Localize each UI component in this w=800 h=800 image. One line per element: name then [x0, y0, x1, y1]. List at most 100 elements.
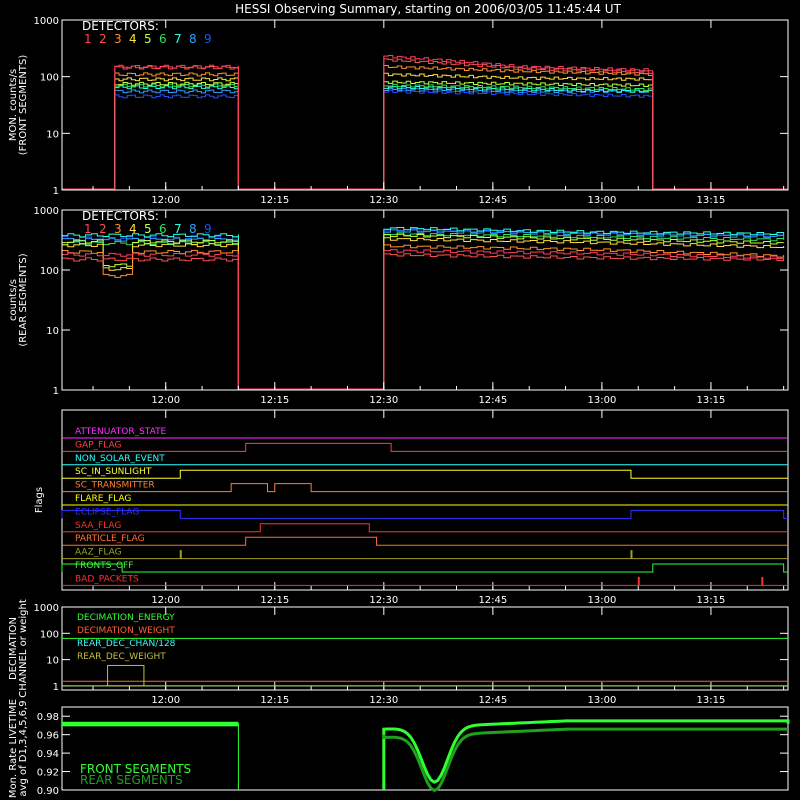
legend-detector-8: 8	[189, 32, 197, 46]
x-tick-label: 12:30	[369, 195, 398, 206]
y-axis-label-2: (FRONT SEGMENTS)	[18, 55, 29, 156]
flag-line-particle_flag	[62, 536, 788, 546]
legend-detector-3: 3	[114, 32, 122, 46]
y-tick-label: 0.92	[37, 768, 59, 779]
legend-detector-6: 6	[159, 222, 167, 236]
decimation-legend-3: REAR_DEC_WEIGHT	[77, 652, 166, 662]
detector-2-line	[61, 253, 785, 390]
legend-detector-1: 1	[84, 222, 92, 236]
y-tick-label: 0.90	[37, 786, 59, 797]
flag-label-eclipse_flag: ECLIPSE_FLAG	[75, 507, 139, 517]
flag-label-sc_in_sunlight: SC_IN_SUNLIGHT	[75, 467, 152, 477]
x-tick-label: 12:15	[260, 595, 289, 606]
y-tick-label: 10	[46, 129, 59, 140]
flag-line-bad_packets	[62, 576, 788, 586]
x-tick-label: 12:45	[478, 395, 507, 406]
flag-label-flare_flag: FLARE_FLAG	[75, 494, 131, 504]
flag-line-saa_flag	[62, 523, 788, 533]
x-tick-label: 12:00	[151, 195, 180, 206]
y-tick-label: 10	[46, 326, 59, 337]
x-tick-label: 13:00	[587, 595, 616, 606]
x-tick-label: 12:00	[151, 695, 180, 706]
x-tick-label: 12:00	[151, 595, 180, 606]
y-tick-label: 100	[40, 73, 59, 84]
x-tick-label: 13:00	[587, 395, 616, 406]
x-tick-label: 12:45	[478, 595, 507, 606]
y-tick-label: 0.98	[37, 712, 59, 723]
flag-label-saa_flag: SAA_FLAG	[75, 521, 121, 531]
flag-label-non_solar_event: NON_SOLAR_EVENT	[75, 454, 165, 464]
detector-6-line	[62, 83, 788, 190]
y-tick-label: 10	[46, 656, 59, 667]
rear-dec-weight-box	[107, 664, 145, 687]
x-tick-label: 12:00	[151, 395, 180, 406]
detector-7-line	[62, 85, 788, 190]
flag-label-gap_flag: GAP_FLAG	[75, 440, 121, 450]
detector-9-line	[62, 89, 788, 190]
x-tick-label: 13:15	[697, 195, 726, 206]
legend-detector-9: 9	[204, 32, 212, 46]
front-panel-frame	[61, 19, 789, 191]
legend-detector-5: 5	[144, 32, 152, 46]
flag-label-attenuator_state: ATTENUATOR_STATE	[75, 427, 167, 437]
x-tick-label: 12:15	[260, 695, 289, 706]
legend-detector-6: 6	[159, 32, 167, 46]
legend-detector-2: 2	[99, 222, 107, 236]
x-tick-label: 13:00	[587, 195, 616, 206]
x-tick-label: 12:45	[478, 195, 507, 206]
legend-detector-1: 1	[84, 32, 92, 46]
x-tick-label: 12:45	[478, 695, 507, 706]
flag-line-gap_flag	[62, 442, 788, 452]
detector-1-line	[61, 249, 785, 390]
flag-line-sc_in_sunlight	[62, 469, 788, 479]
detector-8-line	[61, 229, 785, 390]
flag-line-aaz_flag	[62, 550, 788, 560]
y-tick-label: 1000	[34, 206, 59, 217]
legend-detector-9: 9	[204, 222, 212, 236]
y-axis-label-2: avg of D1,3,4,5,6,9	[18, 700, 29, 796]
legend-detector-7: 7	[174, 32, 182, 46]
y-tick-label: 1	[53, 386, 59, 397]
hessi-summary-figure: HESSI Observing Summary, starting on 200…	[8, 2, 790, 798]
legend-title: DETECTORS:	[82, 19, 159, 33]
y-axis-label: Flags	[34, 487, 45, 513]
x-tick-label: 12:30	[369, 595, 398, 606]
y-tick-label: 1	[53, 682, 59, 693]
flag-line-eclipse_flag	[61, 509, 788, 519]
y-tick-label: 100	[40, 266, 59, 277]
x-tick-label: 12:15	[260, 195, 289, 206]
decimation-legend-1: DECIMATION_WEIGHT	[77, 626, 175, 636]
detector-2-line	[62, 58, 788, 190]
flag-line-sc_transmitter	[62, 483, 788, 493]
legend-detector-4: 4	[129, 32, 137, 46]
legend-detector-7: 7	[174, 222, 182, 236]
figure-title: HESSI Observing Summary, starting on 200…	[235, 2, 621, 16]
decimation-legend-0: DECIMATION_ENERGY	[77, 613, 175, 623]
flag-label-particle_flag: PARTICLE_FLAG	[75, 534, 145, 544]
legend-detector-5: 5	[144, 222, 152, 236]
detector-3-line	[61, 244, 785, 390]
livetime-rear-seg2	[382, 727, 788, 793]
y-axis-label-2: (REAR SEGMENTS)	[18, 253, 29, 346]
livetime-legend-1: REAR SEGMENTS	[80, 773, 183, 787]
x-tick-label: 12:30	[369, 395, 398, 406]
legend-detector-2: 2	[99, 32, 107, 46]
legend-detector-8: 8	[189, 222, 197, 236]
detector-5-line	[61, 233, 785, 390]
flag-line-fronts_off	[61, 563, 788, 573]
y-tick-label: 1000	[34, 16, 59, 27]
x-tick-label: 13:15	[697, 595, 726, 606]
livetime-front-seg1	[62, 721, 239, 727]
x-tick-label: 12:30	[369, 695, 398, 706]
flag-label-fronts_off: FRONTS_OFF	[75, 561, 133, 571]
y-tick-label: 100	[40, 629, 59, 640]
y-tick-label: 0.94	[37, 749, 59, 760]
decimation-legend-2: REAR_DEC_CHAN/128	[77, 639, 176, 649]
x-tick-label: 13:00	[587, 695, 616, 706]
flags-panel-frame	[61, 409, 789, 591]
y-tick-label: 1	[53, 186, 59, 197]
legend-detector-4: 4	[129, 222, 137, 236]
detector-4-line	[61, 237, 785, 390]
x-tick-label: 13:15	[697, 395, 726, 406]
plot-layer: DETECTORS:1 2 3 4 5 6 7 8 912:00 12:15 12:30 12:45 1…	[8, 16, 790, 798]
